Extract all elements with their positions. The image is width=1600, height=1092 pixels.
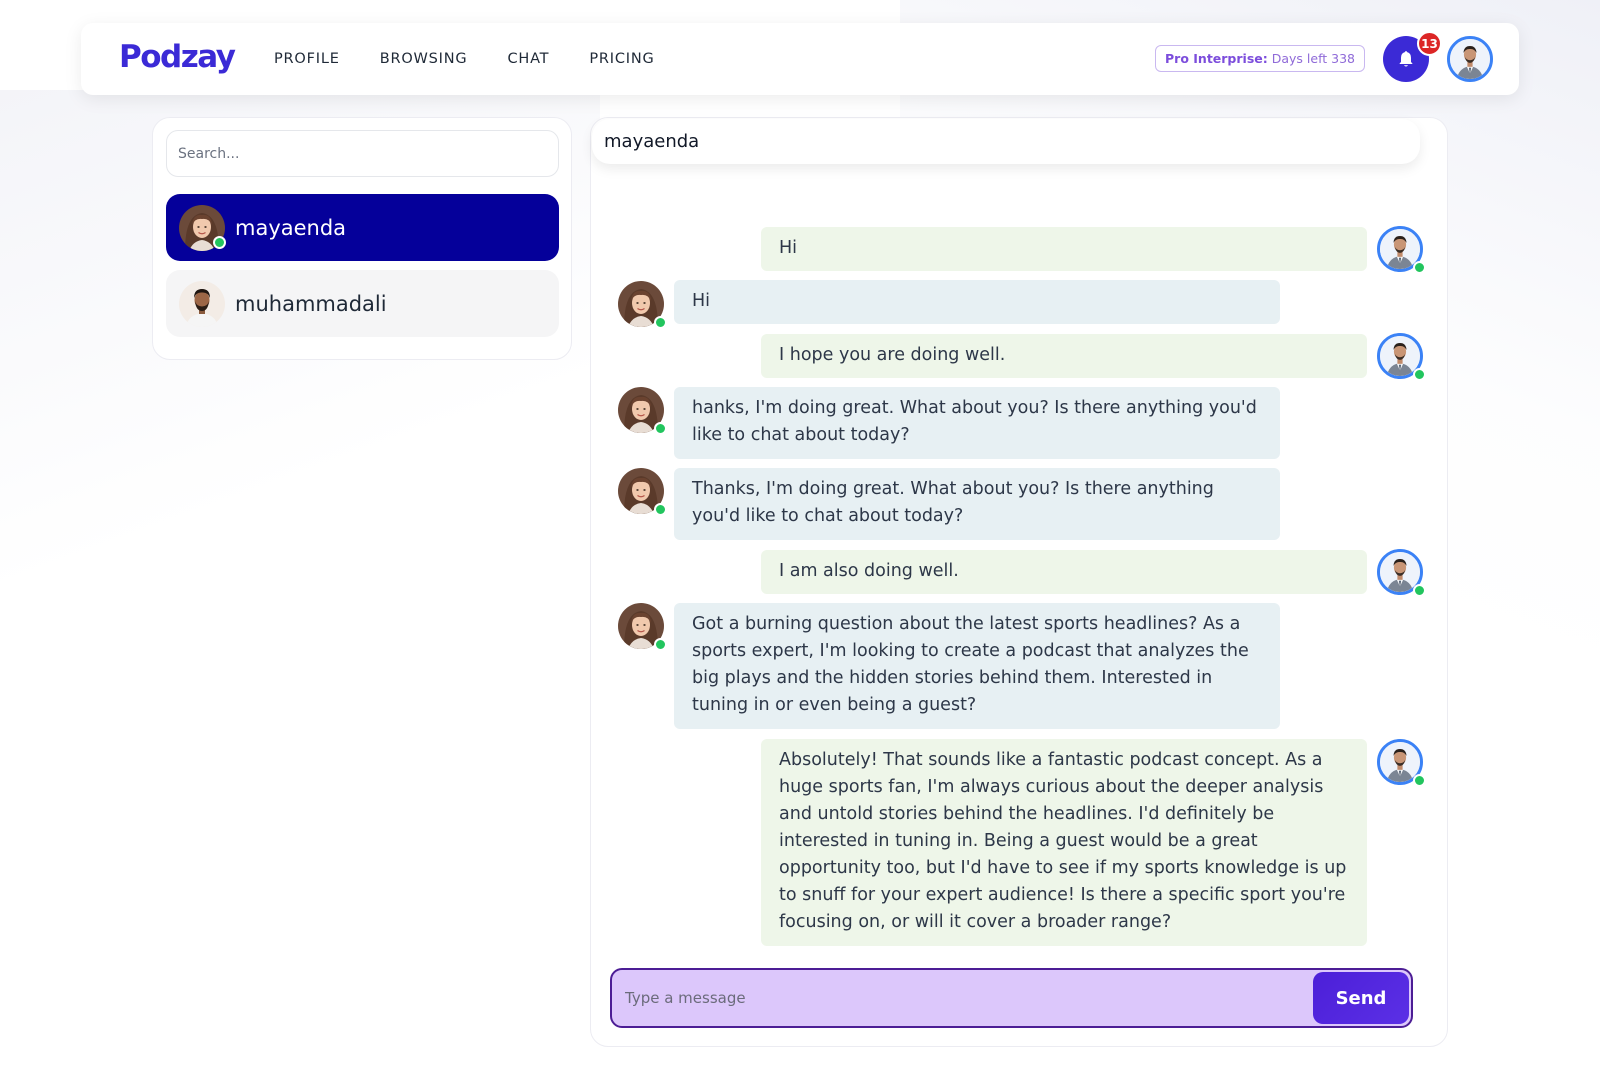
plan-days-left: Days left 338 bbox=[1271, 51, 1355, 66]
sender-avatar bbox=[1377, 549, 1426, 597]
message-composer: Send bbox=[610, 968, 1413, 1028]
contact-item-muhammadali[interactable]: muhammadali bbox=[166, 270, 559, 337]
plan-label: Pro Interprise: bbox=[1165, 51, 1268, 66]
recipient-avatar bbox=[618, 468, 667, 516]
main-nav: PROFILE BROWSING CHAT PRICING bbox=[274, 23, 695, 95]
contact-avatar bbox=[179, 281, 225, 327]
contact-name: mayaenda bbox=[235, 215, 347, 240]
sender-avatar bbox=[1377, 333, 1426, 381]
notification-count-badge: 13 bbox=[1417, 31, 1442, 56]
online-status-dot bbox=[654, 422, 667, 435]
online-status-dot bbox=[1413, 261, 1426, 274]
message-bubble-received: Thanks, I'm doing great. What about you?… bbox=[674, 468, 1280, 540]
nav-link-pricing[interactable]: PRICING bbox=[589, 51, 654, 67]
message-bubble-sent: Hi bbox=[761, 227, 1367, 271]
recipient-avatar bbox=[618, 281, 667, 329]
online-status-dot bbox=[654, 316, 667, 329]
online-status-dot bbox=[654, 503, 667, 516]
contact-avatar bbox=[179, 205, 226, 251]
message-bubble-sent: Absolutely! That sounds like a fantastic… bbox=[761, 739, 1367, 946]
online-status-dot bbox=[654, 638, 667, 651]
search-input[interactable] bbox=[166, 130, 559, 177]
message-bubble-received: hanks, I'm doing great. What about you? … bbox=[674, 387, 1280, 459]
contacts-sidebar: mayaenda muhammadali bbox=[152, 117, 572, 360]
top-navbar: Podzay PROFILE BROWSING CHAT PRICING Pro… bbox=[81, 23, 1519, 95]
message-bubble-received: Hi bbox=[674, 280, 1280, 324]
online-status-dot bbox=[1413, 584, 1426, 597]
plan-badge[interactable]: Pro Interprise: Days left 338 bbox=[1155, 45, 1365, 72]
recipient-avatar bbox=[618, 387, 667, 435]
nav-link-chat[interactable]: CHAT bbox=[507, 51, 549, 67]
sender-avatar bbox=[1377, 226, 1426, 274]
send-button[interactable]: Send bbox=[1313, 972, 1409, 1024]
online-status-dot bbox=[1413, 774, 1426, 787]
contact-name: muhammadali bbox=[235, 291, 387, 316]
message-input[interactable] bbox=[612, 970, 1302, 1026]
nav-link-profile[interactable]: PROFILE bbox=[274, 51, 340, 67]
message-bubble-sent: I am also doing well. bbox=[761, 550, 1367, 594]
online-status-dot bbox=[1413, 368, 1426, 381]
sender-avatar bbox=[1377, 739, 1426, 787]
online-status-dot bbox=[213, 235, 226, 249]
chat-panel: mayaenda Hi Hi I hope you are doing well… bbox=[590, 117, 1448, 1047]
message-bubble-sent: I hope you are doing well. bbox=[761, 334, 1367, 378]
bell-icon bbox=[1399, 51, 1413, 67]
recipient-avatar bbox=[618, 603, 667, 651]
contact-item-mayaenda[interactable]: mayaenda bbox=[166, 194, 559, 261]
brand-logo[interactable]: Podzay bbox=[119, 39, 236, 75]
nav-link-browsing[interactable]: BROWSING bbox=[380, 51, 468, 67]
message-bubble-received: Got a burning question about the latest … bbox=[674, 603, 1280, 729]
user-avatar[interactable] bbox=[1447, 36, 1493, 82]
chat-header-title: mayaenda bbox=[592, 119, 1420, 164]
